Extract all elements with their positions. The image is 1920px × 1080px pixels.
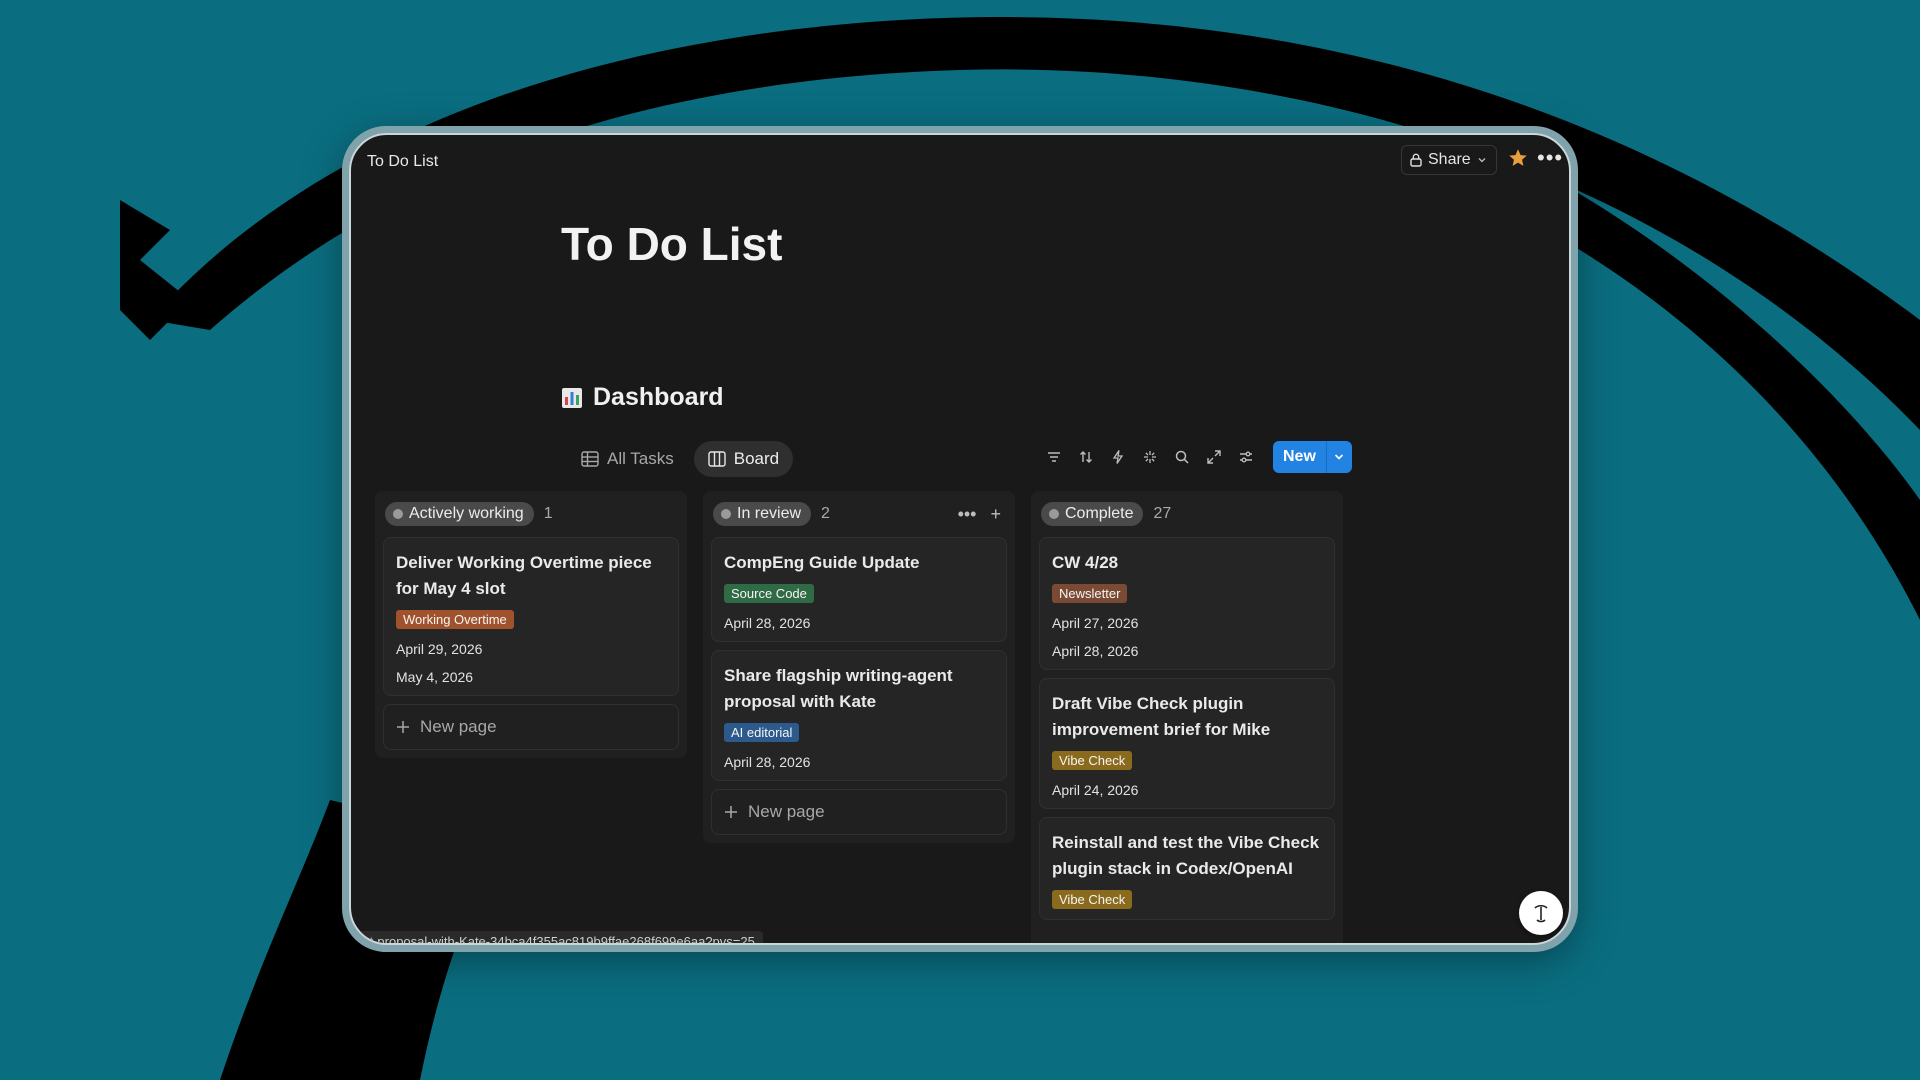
help-button[interactable] — [1519, 891, 1563, 935]
expand-icon[interactable] — [1203, 446, 1225, 468]
status-label: In review — [737, 505, 802, 522]
card-date: April 24, 2026 — [1052, 782, 1139, 798]
board-column-complete: Complete 27 CW 4/28 Newsletter April 27,… — [1031, 491, 1343, 943]
column-header: In review 2 ••• + — [711, 499, 1007, 529]
column-count: 2 — [821, 505, 830, 522]
card-date: April 28, 2026 — [724, 754, 811, 770]
dashboard-title: Dashboard — [593, 383, 724, 411]
card-title: CompEng Guide Update — [724, 553, 920, 572]
filter-icon[interactable] — [1043, 446, 1065, 468]
status-dot — [393, 509, 403, 519]
board-column-actively-working: Actively working 1 Deliver Working Overt… — [375, 491, 687, 758]
chevron-down-icon — [1335, 454, 1344, 460]
new-dropdown-button[interactable] — [1325, 441, 1352, 473]
status-pill[interactable]: Complete — [1041, 502, 1144, 526]
column-count: 27 — [1153, 505, 1172, 522]
tab-board-label: Board — [733, 449, 780, 468]
new-button[interactable]: New — [1273, 441, 1326, 473]
plus-icon — [725, 806, 737, 818]
card-title: Share flagship writing-agent proposal wi… — [724, 666, 953, 711]
card-title: Deliver Working Overtime piece for May 4… — [396, 553, 652, 598]
board-column-in-review: In review 2 ••• + CompEng Guide Update S… — [703, 491, 1015, 843]
board-icon — [708, 451, 726, 467]
link-preview-status-bar: ent-proposal-with-Kate-34bca4f355ac819b9… — [351, 931, 763, 943]
card-date: May 4, 2026 — [396, 669, 474, 685]
status-pill[interactable]: Actively working — [385, 502, 534, 526]
lightning-icon[interactable] — [1107, 446, 1129, 468]
new-page-button[interactable]: New page — [711, 789, 1007, 835]
settings-sliders-icon[interactable] — [1235, 446, 1257, 468]
card-tag: Vibe Check — [1052, 890, 1133, 909]
status-label: Actively working — [409, 505, 524, 522]
chevron-down-icon — [1478, 158, 1486, 163]
column-more-icon[interactable]: ••• — [958, 504, 977, 525]
status-dot — [1049, 509, 1059, 519]
status-dot — [721, 509, 731, 519]
sparkle-icon[interactable] — [1139, 446, 1161, 468]
new-page-label: New page — [748, 802, 825, 821]
star-icon[interactable] — [1507, 147, 1529, 169]
card-date: April 28, 2026 — [1052, 643, 1139, 659]
bar-chart-icon — [562, 387, 582, 408]
top-bar: To Do List Share ••• — [351, 135, 1569, 187]
plus-icon — [397, 721, 409, 733]
share-button[interactable]: Share — [1401, 145, 1497, 175]
search-icon[interactable] — [1171, 446, 1193, 468]
card-date: April 27, 2026 — [1052, 615, 1139, 631]
more-options-icon[interactable]: ••• — [1537, 145, 1563, 171]
board-card[interactable]: Share flagship writing-agent proposal wi… — [711, 650, 1007, 781]
status-label: Complete — [1065, 505, 1134, 522]
table-icon — [581, 451, 599, 467]
card-title: Reinstall and test the Vibe Check plugin… — [1052, 833, 1320, 878]
column-actions: ••• + — [958, 504, 1007, 525]
column-add-icon[interactable]: + — [990, 504, 1001, 525]
breadcrumb-title[interactable]: To Do List — [367, 153, 438, 171]
board-card[interactable]: Draft Vibe Check plugin improvement brie… — [1039, 678, 1335, 809]
board-card[interactable]: CW 4/28 Newsletter April 27, 2026 April … — [1039, 537, 1335, 670]
app-window: To Do List Share ••• To Do List Dashboar… — [342, 126, 1578, 952]
card-title: Draft Vibe Check plugin improvement brie… — [1052, 694, 1271, 739]
view-tabs: All Tasks Board — [567, 441, 794, 477]
tab-all-tasks[interactable]: All Tasks — [567, 441, 688, 477]
board-card[interactable]: Deliver Working Overtime piece for May 4… — [383, 537, 679, 696]
card-tag: Vibe Check — [1052, 751, 1133, 770]
card-title: CW 4/28 — [1052, 553, 1119, 572]
tab-board[interactable]: Board — [693, 441, 794, 477]
database-toolbar: New — [1043, 441, 1352, 473]
new-page-label: New page — [420, 717, 497, 736]
new-button-group: New — [1273, 441, 1352, 473]
card-date: April 28, 2026 — [724, 615, 811, 631]
column-header: Actively working 1 — [383, 499, 679, 529]
status-pill[interactable]: In review — [713, 502, 812, 526]
tab-all-tasks-label: All Tasks — [607, 449, 674, 468]
card-tag: Working Overtime — [396, 610, 514, 629]
page-title[interactable]: To Do List — [561, 217, 782, 271]
card-date: April 29, 2026 — [396, 641, 483, 657]
column-header: Complete 27 — [1039, 499, 1335, 529]
sort-icon[interactable] — [1075, 446, 1097, 468]
new-page-button[interactable]: New page — [383, 704, 679, 750]
help-icon — [1534, 904, 1548, 923]
board-card[interactable]: Reinstall and test the Vibe Check plugin… — [1039, 817, 1335, 920]
share-label: Share — [1428, 151, 1471, 168]
dashboard-heading: Dashboard — [561, 383, 724, 412]
lock-icon — [1410, 153, 1422, 167]
card-tag: Source Code — [724, 584, 814, 603]
card-tag: Newsletter — [1052, 584, 1128, 603]
column-count: 1 — [543, 505, 553, 522]
board-card[interactable]: CompEng Guide Update Source Code April 2… — [711, 537, 1007, 642]
app-window-content: To Do List Share ••• To Do List Dashboar… — [349, 133, 1571, 945]
card-tag: AI editorial — [724, 723, 800, 742]
